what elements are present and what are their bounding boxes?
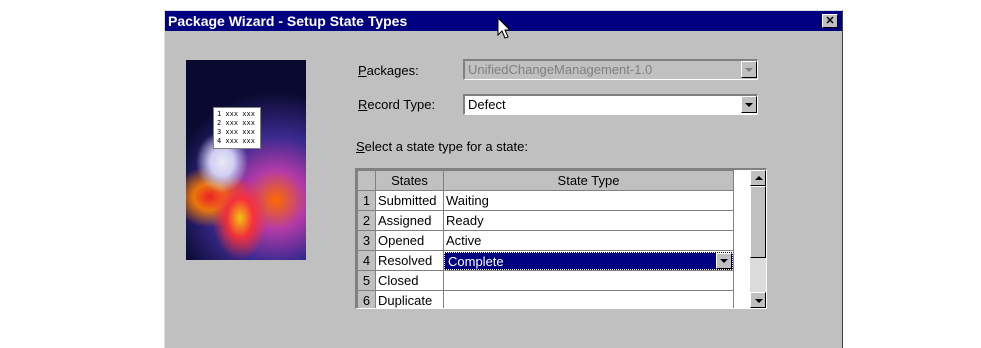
list-card-line: 4 xxx xxx (217, 137, 255, 145)
grid-vertical-scrollbar[interactable] (750, 170, 766, 308)
record-type-dropdown-button[interactable] (741, 96, 757, 113)
column-header-state-type[interactable]: State Type (443, 170, 734, 191)
state-type-dropdown[interactable]: Complete (444, 251, 733, 270)
list-card-line: 1 xxx xxx (217, 110, 255, 118)
scroll-up-button[interactable] (750, 170, 766, 186)
table-row: 4 Resolved Complete (357, 250, 734, 271)
state-type-grid[interactable]: States State Type 1 Submitted Waiting 2 … (355, 168, 767, 309)
close-button[interactable]: ✕ (822, 14, 838, 28)
scroll-thumb[interactable] (750, 186, 766, 258)
state-type-cell[interactable] (443, 270, 734, 291)
mouse-pointer-icon (497, 17, 512, 39)
grid-header-row: States State Type (357, 170, 734, 191)
state-type-cell[interactable]: Ready (443, 210, 734, 231)
window-title: Package Wizard - Setup State Types (168, 13, 408, 29)
state-type-selected-value: Complete (448, 253, 504, 269)
record-type-combo[interactable]: Defect (463, 94, 758, 115)
packages-value: UnifiedChangeManagement-1.0 (468, 62, 653, 77)
row-number[interactable]: 5 (357, 270, 376, 291)
close-icon: ✕ (825, 15, 835, 27)
row-number[interactable]: 4 (357, 250, 376, 271)
state-type-cell[interactable]: Waiting (443, 190, 734, 211)
state-type-dropdown-button[interactable] (716, 252, 732, 269)
column-header-states[interactable]: States (375, 170, 444, 191)
record-type-value: Defect (468, 97, 506, 112)
list-card-line: 2 xxx xxx (217, 119, 255, 127)
state-cell: Assigned (375, 210, 444, 231)
wizard-graphic: 1 xxx xxx 2 xxx xxx 3 xxx xxx 4 xxx xxx (186, 60, 306, 260)
record-type-label: Record Type: (358, 97, 436, 112)
grid-corner-cell (357, 170, 376, 191)
package-wizard-dialog: Package Wizard - Setup State Types ✕ 1 x… (164, 10, 843, 348)
state-cell: Resolved (375, 250, 444, 271)
table-row: 1 Submitted Waiting (357, 190, 734, 211)
chevron-down-icon (745, 103, 753, 107)
grid-prompt: Select a state type for a state: (356, 139, 528, 154)
row-number[interactable]: 1 (357, 190, 376, 211)
state-cell: Closed (375, 270, 444, 291)
state-type-table: States State Type 1 Submitted Waiting 2 … (357, 170, 734, 308)
state-cell: Opened (375, 230, 444, 251)
scroll-down-button[interactable] (750, 292, 766, 308)
chevron-down-icon (720, 258, 728, 263)
list-card-line: 3 xxx xxx (217, 128, 255, 136)
list-card-illustration: 1 xxx xxx 2 xxx xxx 3 xxx xxx 4 xxx xxx (213, 107, 261, 149)
arrow-up-icon (755, 176, 763, 180)
state-type-cell[interactable]: Active (443, 230, 734, 251)
row-number[interactable]: 3 (357, 230, 376, 251)
table-row: 2 Assigned Ready (357, 210, 734, 231)
state-type-cell[interactable] (443, 290, 734, 308)
chevron-down-icon (745, 68, 753, 72)
packages-combo[interactable]: UnifiedChangeManagement-1.0 (463, 59, 758, 80)
state-cell: Submitted (375, 190, 444, 211)
packages-dropdown-button[interactable] (741, 61, 757, 78)
packages-label: Packages: (358, 63, 419, 78)
arrow-down-icon (755, 299, 763, 303)
table-row: 5 Closed (357, 270, 734, 291)
row-number[interactable]: 2 (357, 210, 376, 231)
table-row: 6 Duplicate (357, 290, 734, 308)
state-type-cell-editing[interactable]: Complete (443, 250, 734, 271)
row-number[interactable]: 6 (357, 290, 376, 308)
state-cell: Duplicate (375, 290, 444, 308)
table-row: 3 Opened Active (357, 230, 734, 251)
